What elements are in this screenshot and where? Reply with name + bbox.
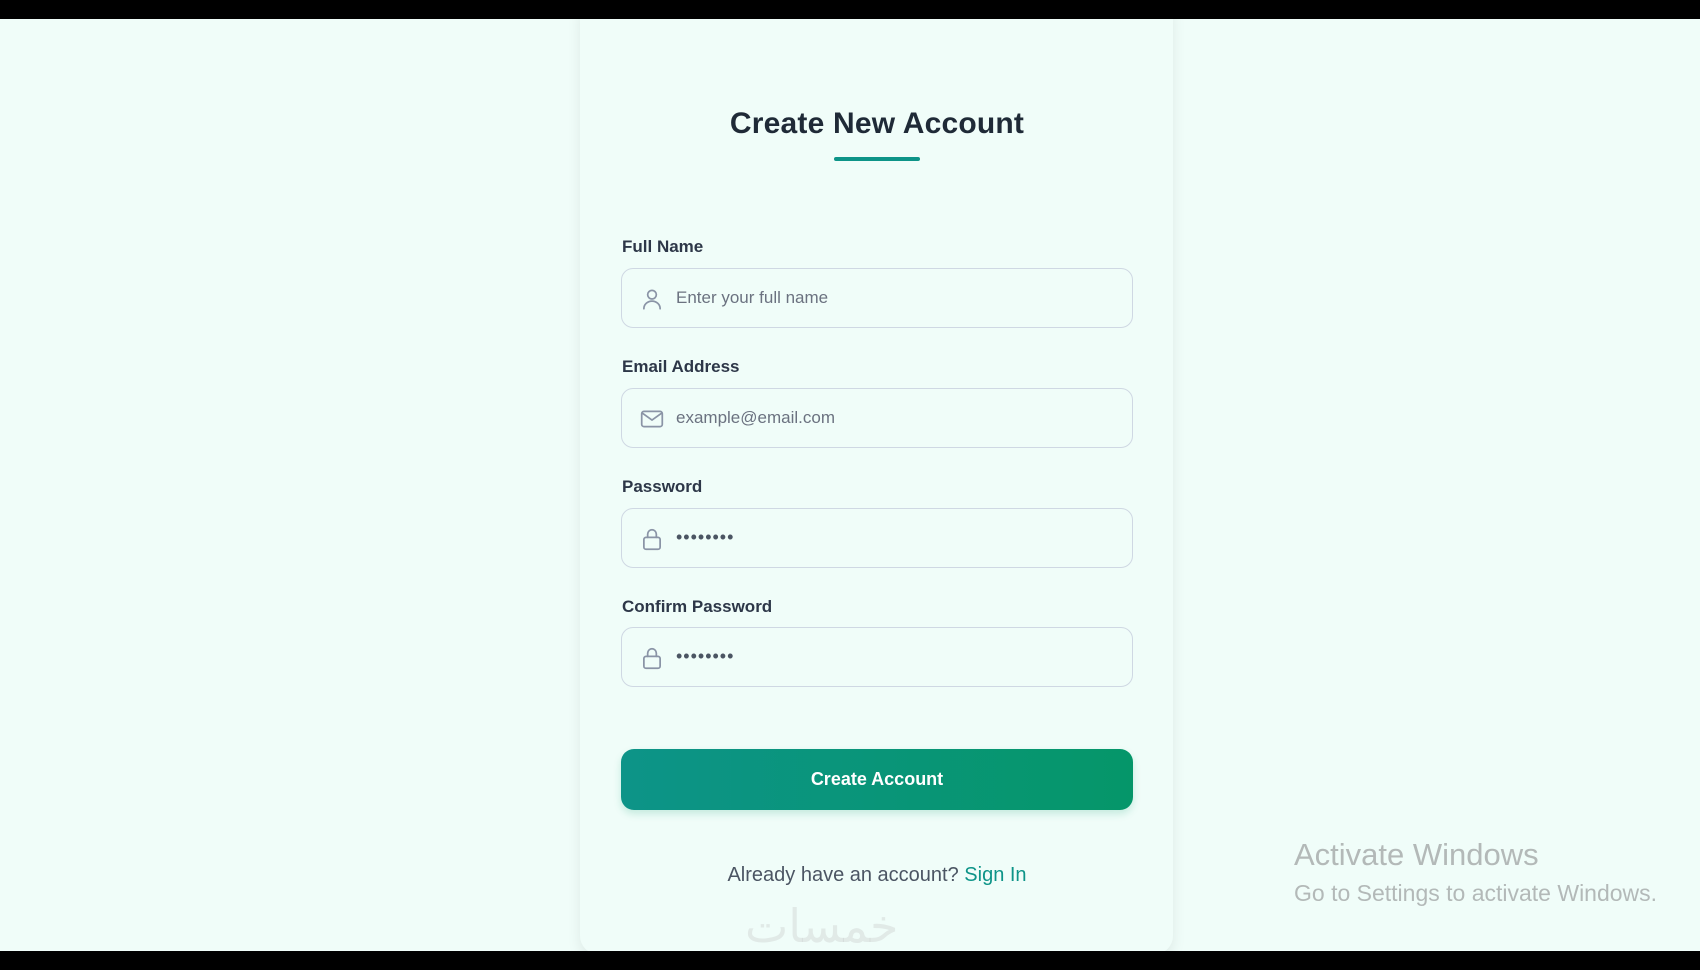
mail-icon bbox=[639, 406, 665, 432]
page-title: Create New Account bbox=[729, 107, 1025, 140]
email-field[interactable] bbox=[621, 388, 1133, 448]
confirm-password-field[interactable] bbox=[621, 627, 1133, 687]
khamsat-logo: خمسات bbox=[745, 899, 899, 951]
confirm-password-input[interactable] bbox=[676, 628, 1116, 685]
signin-prompt-text: Already have an account? bbox=[727, 864, 965, 886]
password-input[interactable] bbox=[676, 509, 1116, 566]
confirm-password-label: Confirm Password bbox=[622, 597, 773, 616]
full-name-input[interactable] bbox=[676, 269, 1116, 326]
lock-icon bbox=[639, 645, 665, 671]
email-input[interactable] bbox=[676, 389, 1116, 446]
user-icon bbox=[639, 286, 665, 312]
lock-icon bbox=[639, 526, 665, 552]
app-screen: Create New Account Full Name Email Addre… bbox=[0, 19, 1700, 951]
full-name-label: Full Name bbox=[622, 237, 704, 256]
activate-windows-subtitle: Go to Settings to activate Windows. bbox=[1294, 880, 1658, 906]
activate-windows-title: Activate Windows bbox=[1294, 837, 1539, 872]
create-account-button[interactable]: Create Account bbox=[621, 749, 1133, 810]
sign-in-link[interactable]: Sign In bbox=[964, 864, 1026, 886]
password-field[interactable] bbox=[621, 508, 1133, 568]
email-label: Email Address bbox=[622, 357, 740, 376]
title-underline bbox=[834, 157, 920, 161]
password-label: Password bbox=[622, 477, 703, 496]
full-name-field[interactable] bbox=[621, 268, 1133, 328]
